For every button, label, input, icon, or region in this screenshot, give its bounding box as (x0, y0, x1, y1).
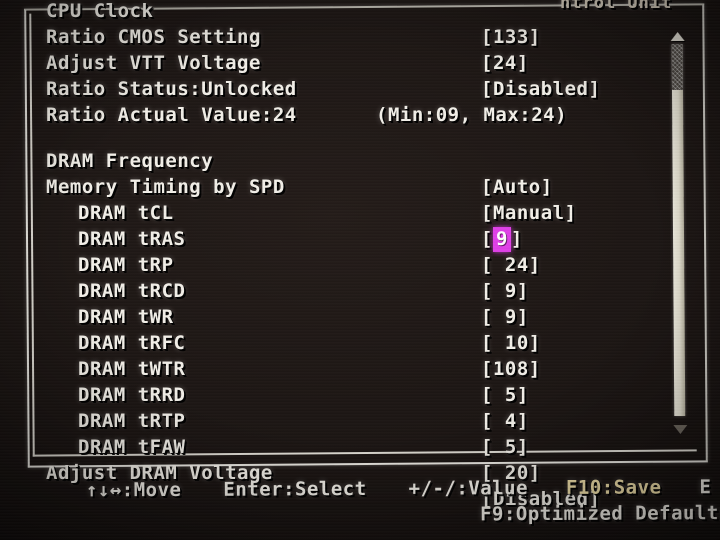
setting-value[interactable]: [ 5] (481, 382, 529, 408)
help-save-key: F10:Save (565, 476, 662, 499)
setting-value[interactable]: [ 5] (481, 434, 529, 460)
setting-label: DRAM tRP (78, 254, 174, 276)
settings-row[interactable]: DRAM tCL [Manual] (46, 200, 682, 226)
scroll-down-arrow-icon[interactable] (673, 424, 688, 435)
setting-label: Ratio CMOS Setting (46, 26, 261, 48)
help-value-key: +/-/:Value (408, 477, 529, 500)
settings-row[interactable]: DRAM tRRD [ 5] (46, 382, 682, 408)
bios-screen: ntrol Unit CPU Clock Ratio CMOS Setting [1… (0, 0, 720, 540)
setting-value[interactable]: [ 24] (481, 252, 541, 278)
scrollbar-thumb[interactable] (671, 43, 684, 91)
setting-value[interactable]: [Disabled] (481, 76, 600, 102)
settings-row-spacer (46, 128, 682, 148)
setting-label: DRAM tRFC (78, 332, 186, 354)
settings-row[interactable]: DRAM tWTR [108] (46, 356, 682, 382)
setting-label: Ratio Status:Unlocked (46, 78, 297, 100)
setting-label: Adjust VTT Voltage (46, 52, 261, 74)
setting-label: DRAM tWR (78, 306, 174, 328)
settings-panel: CPU Clock Ratio CMOS Setting [133] Adjust V… (24, 0, 708, 510)
scrollbar[interactable] (670, 31, 688, 435)
setting-label: DRAM tRTP (78, 410, 186, 432)
settings-row[interactable]: DRAM tWR [ 9] (46, 304, 682, 330)
setting-value[interactable]: [ 10] (481, 330, 541, 356)
help-move-keys: ↑↓↔:Move (85, 478, 182, 502)
setting-label: DRAM tRAS (78, 228, 186, 250)
settings-row[interactable]: Adjust VTT Voltage [24] (46, 50, 682, 76)
help-escape-key: E (699, 476, 712, 499)
help-bar-line-2: F9:Optimized Defaults (480, 502, 720, 525)
settings-row[interactable]: DRAM tRP [ 24] (46, 252, 682, 278)
setting-value[interactable]: [24] (481, 50, 529, 76)
setting-value[interactable]: [Auto] (481, 174, 553, 200)
settings-row[interactable]: Memory Timing by SPD [Auto] (46, 174, 682, 200)
setting-value[interactable]: [ 4] (481, 408, 529, 434)
setting-label: DRAM tCL (78, 202, 174, 224)
settings-row[interactable]: DRAM Frequency (46, 148, 682, 174)
scrollbar-track[interactable] (671, 43, 686, 417)
setting-label: DRAM Frequency (46, 150, 214, 172)
settings-row[interactable]: Ratio Actual Value:24 (Min:09, Max:24) (46, 102, 682, 128)
setting-label: DRAM tRCD (78, 280, 186, 302)
setting-range-note: (Min:09, Max:24) (376, 104, 568, 126)
setting-value[interactable]: [ 9] (481, 304, 529, 330)
setting-label: Memory Timing by SPD (46, 176, 285, 198)
setting-label: DRAM tFAW (78, 436, 186, 458)
highlighted-value[interactable]: 9 (492, 227, 511, 252)
settings-row[interactable]: DRAM tRFC [ 10] (46, 330, 682, 356)
settings-row[interactable]: Ratio CMOS Setting [133] (46, 24, 682, 50)
setting-value[interactable]: [ 9] (481, 278, 529, 304)
setting-label: Ratio Actual Value:24 (46, 104, 297, 126)
settings-row[interactable]: DRAM tRAS [9] (46, 226, 682, 252)
cut-off-panel-title: ntrol Unit (560, 0, 673, 13)
setting-label: CPU Clock (46, 0, 154, 22)
help-bar: ↑↓↔:Move Enter:Select +/-/:Value F10:Sav… (0, 470, 720, 540)
help-bar-line-1: ↑↓↔:Move Enter:Select +/-/:Value F10:Sav… (86, 476, 712, 501)
settings-row-list: CPU Clock Ratio CMOS Setting [133] Adjust V… (46, 0, 682, 512)
help-select-key: Enter:Select (223, 477, 367, 501)
setting-value[interactable]: [108] (481, 356, 541, 382)
settings-row[interactable]: Ratio Status:Unlocked [Disabled] (46, 76, 682, 102)
setting-value[interactable]: [Manual] (481, 200, 577, 226)
settings-row[interactable]: DRAM tRCD [ 9] (46, 278, 682, 304)
setting-label: DRAM tRRD (78, 384, 186, 406)
setting-value[interactable]: [133] (481, 24, 541, 50)
help-optimized-defaults-key: F9:Optimized Defaults (479, 502, 720, 526)
settings-row[interactable]: DRAM tFAW [ 5] (46, 434, 682, 460)
bracket-close: ] (510, 228, 523, 250)
setting-value-selected[interactable]: [9] (481, 226, 523, 252)
bracket-open: [ (481, 228, 493, 250)
settings-row[interactable]: DRAM tRTP [ 4] (46, 408, 682, 434)
setting-label: DRAM tWTR (78, 358, 186, 380)
scroll-up-arrow-icon[interactable] (670, 31, 685, 42)
